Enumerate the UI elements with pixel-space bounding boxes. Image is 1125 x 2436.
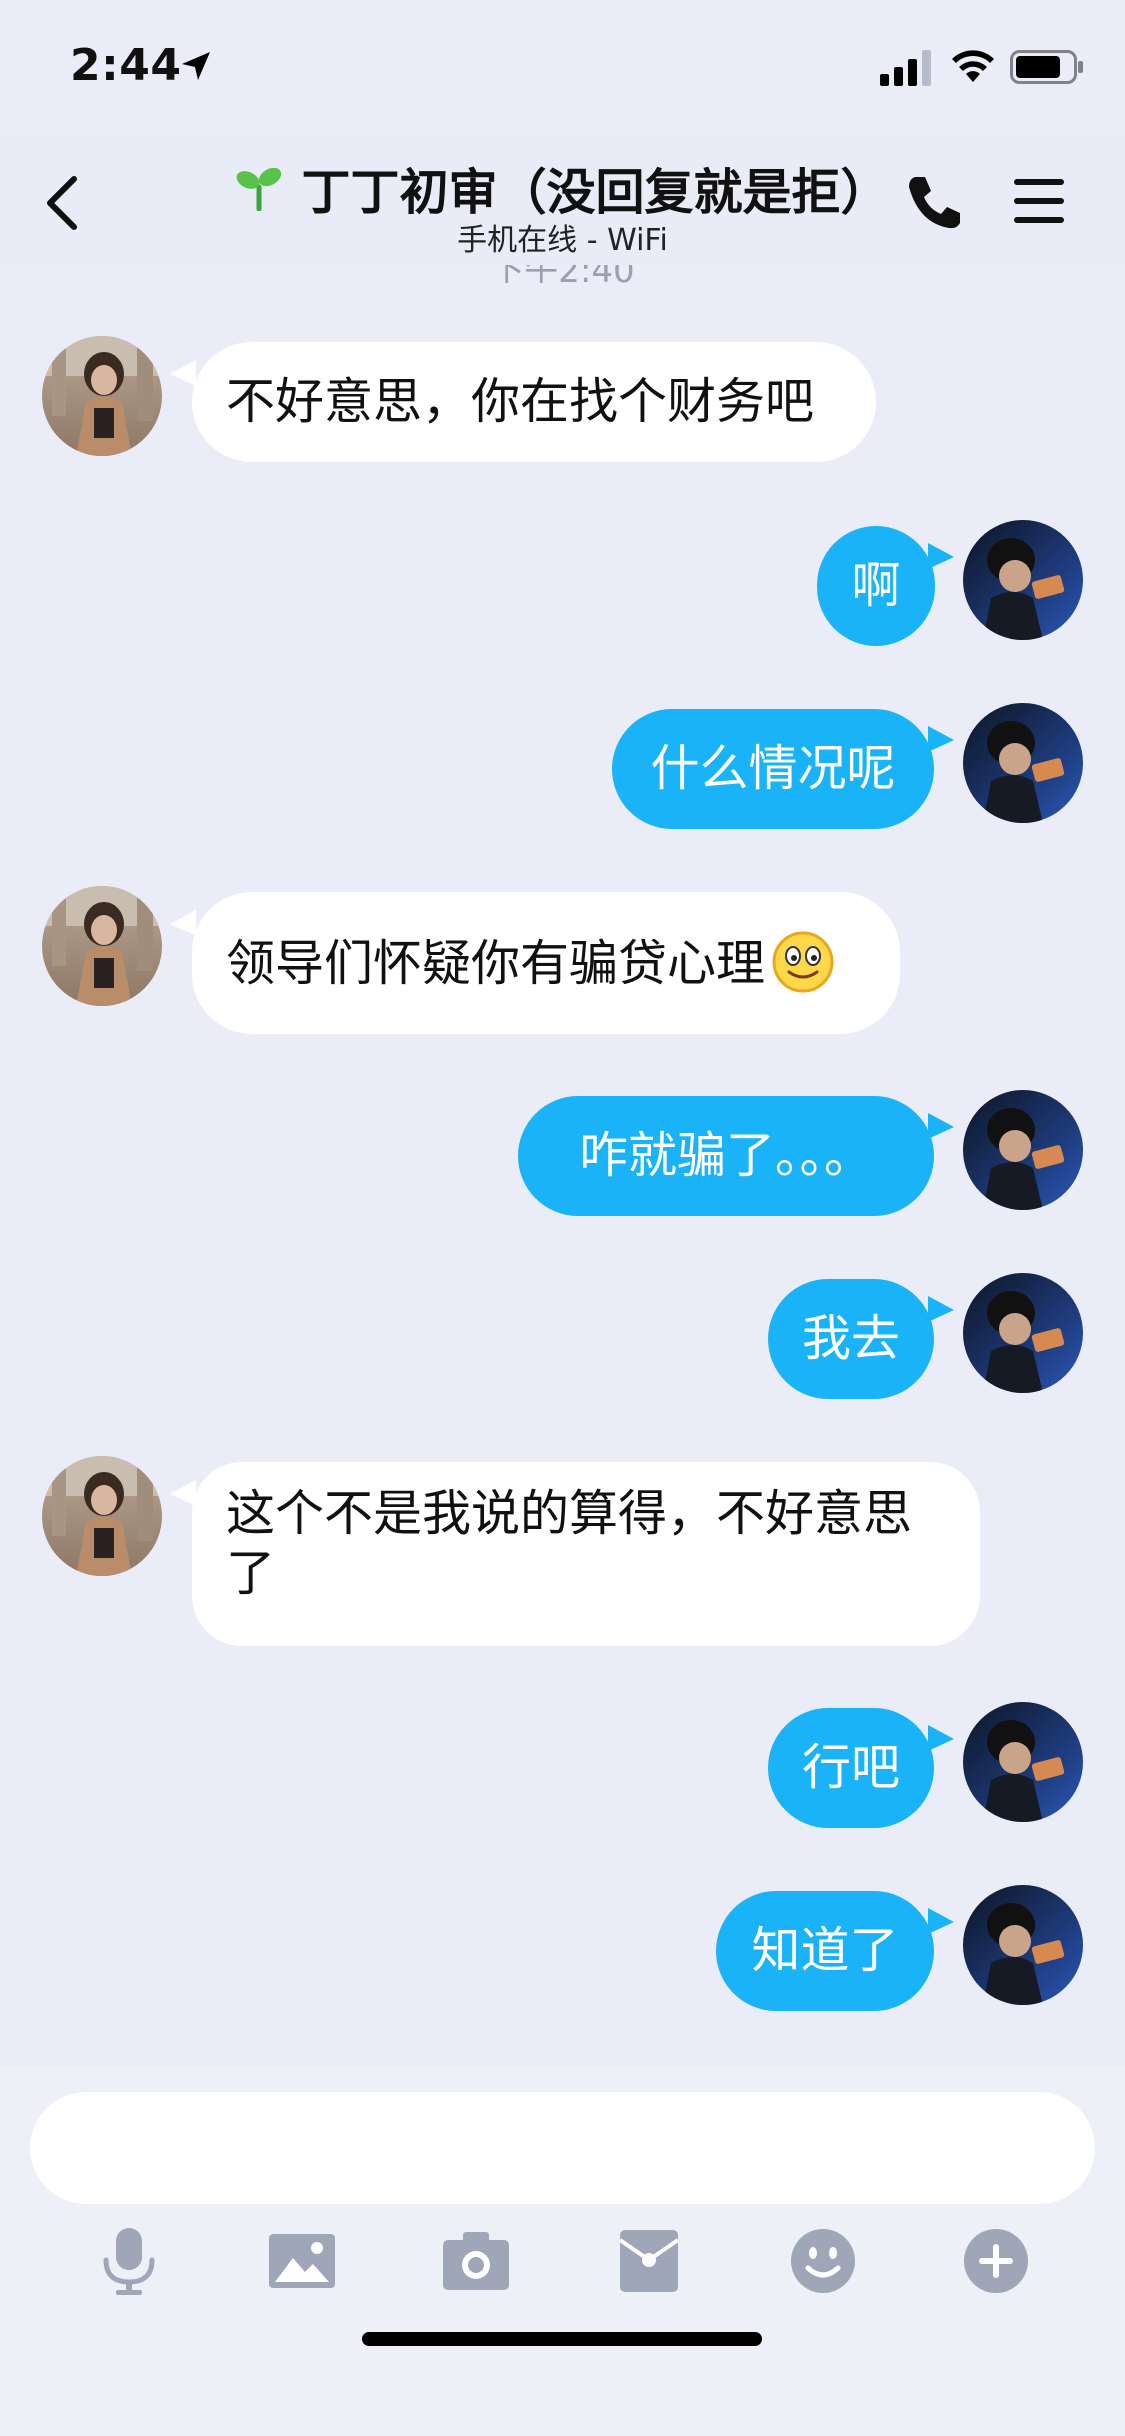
timestamp-clip: 下午2:40: [0, 265, 1125, 283]
microphone-icon[interactable]: [94, 2226, 164, 2296]
bubble-tail: [170, 360, 196, 386]
outgoing-message[interactable]: 知道了: [716, 1891, 934, 2011]
contact-avatar[interactable]: [42, 886, 162, 1006]
message-text: 领导们怀疑你有骗贷心理: [226, 935, 766, 992]
input-area: [0, 2066, 1125, 2436]
bubble-tail: [928, 1725, 954, 1751]
message-text: 这个不是我说的算得，不好意思了: [226, 1485, 913, 1602]
phone-call-icon[interactable]: [905, 173, 963, 231]
message-text: 行吧: [802, 1739, 901, 1796]
message-text: 什么情况呢: [650, 740, 896, 797]
bubble-tail: [928, 1296, 954, 1322]
user-avatar[interactable]: [963, 520, 1083, 640]
user-avatar[interactable]: [963, 1273, 1083, 1393]
smile-emoji-icon: [772, 931, 834, 993]
incoming-message[interactable]: 领导们怀疑你有骗贷心理: [192, 892, 900, 1034]
red-packet-icon[interactable]: [614, 2226, 684, 2296]
outgoing-message[interactable]: 啊: [817, 526, 935, 646]
bubble-tail: [170, 910, 196, 936]
outgoing-message[interactable]: 咋就骗了。。。: [518, 1096, 934, 1216]
sprout-icon: [237, 167, 282, 211]
message-text: 啊: [851, 557, 901, 614]
battery-icon: [1010, 50, 1083, 84]
message-input[interactable]: [30, 2092, 1095, 2204]
plus-icon[interactable]: [961, 2226, 1031, 2296]
user-avatar[interactable]: [963, 1885, 1083, 2005]
incoming-message[interactable]: 这个不是我说的算得，不好意思了: [192, 1462, 980, 1646]
emoji-icon[interactable]: [788, 2226, 858, 2296]
incoming-message[interactable]: 不好意思，你在找个财务吧: [192, 342, 876, 462]
menu-icon[interactable]: [1012, 175, 1066, 227]
user-avatar[interactable]: [963, 703, 1083, 823]
bubble-tail: [928, 543, 954, 569]
contact-avatar[interactable]: [42, 336, 162, 456]
message-timestamp: 下午2:40: [0, 265, 1125, 283]
message-text: 不好意思，你在找个财务吧: [226, 373, 815, 430]
bubble-tail: [928, 726, 954, 752]
bubble-tail: [928, 1908, 954, 1934]
outgoing-message[interactable]: 我去: [768, 1279, 934, 1399]
cellular-signal-icon: [880, 50, 931, 86]
user-avatar[interactable]: [963, 1702, 1083, 1822]
bubble-tail: [928, 1113, 954, 1139]
user-avatar[interactable]: [963, 1090, 1083, 1210]
message-text: 知道了: [751, 1922, 899, 1979]
home-indicator[interactable]: [362, 2332, 762, 2346]
message-text: 咋就骗了。。。: [578, 1127, 873, 1184]
chat-title: 丁丁初审（没回复就是拒）: [301, 164, 890, 221]
camera-icon[interactable]: [441, 2226, 511, 2296]
outgoing-message[interactable]: 行吧: [768, 1708, 934, 1828]
status-time: 2:44: [70, 40, 182, 91]
contact-avatar[interactable]: [42, 1456, 162, 1576]
outgoing-message[interactable]: 什么情况呢: [612, 709, 934, 829]
message-text: 我去: [802, 1310, 901, 1367]
status-bar: 2:44: [0, 0, 1125, 135]
wifi-icon: [952, 50, 994, 82]
chat-header: 丁丁初审（没回复就是拒） 手机在线 - WiFi: [0, 135, 1125, 265]
location-arrow-icon: [182, 52, 210, 80]
image-icon[interactable]: [267, 2226, 337, 2296]
